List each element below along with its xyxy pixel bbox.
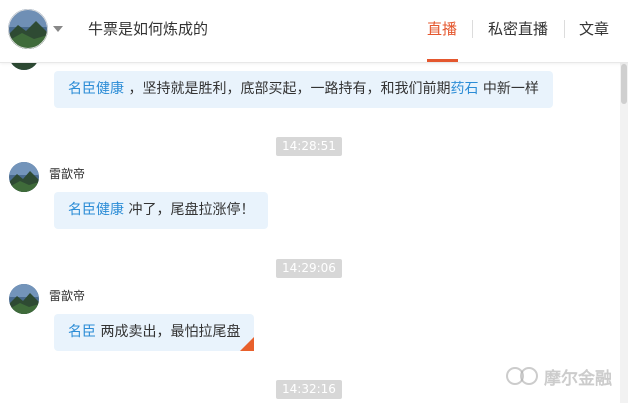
live-chat-feed[interactable]: 名臣健康 ，坚持就是胜利，底部买起，一路持有，和我们前期药石 中新一样 14:2…	[0, 62, 620, 403]
username: 雷歆帝	[49, 289, 86, 303]
page-title: 牛票是如何炼成的	[88, 20, 209, 38]
timestamp-badge: 14:32:16	[276, 380, 342, 399]
message-text: 中新一样	[482, 81, 539, 97]
tab-private-live[interactable]: 私密直播	[488, 18, 548, 39]
timestamp-badge: 14:29:06	[276, 259, 342, 278]
tab-divider	[472, 20, 473, 38]
timestamp-badge: 14:28:51	[276, 137, 342, 156]
message-bubble: 名臣健康 冲了，尾盘拉涨停！	[54, 192, 269, 229]
top-header: 牛票是如何炼成的 直播 私密直播 文章	[0, 0, 628, 63]
scrollbar-thumb[interactable]	[621, 64, 627, 104]
chevron-down-icon[interactable]	[53, 26, 63, 32]
message-text: ，坚持就是胜利，底部买起，一路持有，和我们前期	[128, 81, 451, 97]
stock-link[interactable]: 名臣健康	[68, 202, 124, 218]
author-avatar[interactable]	[8, 9, 48, 49]
username: 雷歆帝	[49, 167, 86, 181]
corner-tag-icon	[240, 337, 255, 351]
message-text: 两成卖出，最怕拉尾盘	[100, 324, 241, 340]
tab-live[interactable]: 直播	[427, 18, 457, 39]
watermark-logo-icon	[506, 367, 538, 385]
user-avatar[interactable]	[9, 284, 39, 314]
stock-link[interactable]: 药石	[450, 81, 478, 97]
stock-link[interactable]: 名臣	[68, 324, 96, 340]
vertical-scrollbar[interactable]	[620, 62, 628, 403]
message-bubble: 名臣健康 ，坚持就是胜利，底部买起，一路持有，和我们前期药石 中新一样	[54, 71, 553, 108]
user-avatar[interactable]	[9, 62, 39, 70]
watermark: 摩尔金融	[544, 369, 612, 389]
message-text: 冲了，尾盘拉涨停！	[128, 202, 255, 218]
message-bubble: 名臣 两成卖出，最怕拉尾盘	[54, 314, 255, 351]
active-tab-indicator	[427, 59, 458, 62]
stock-link[interactable]: 名臣健康	[68, 81, 124, 97]
tab-divider	[564, 20, 565, 38]
user-avatar[interactable]	[9, 162, 39, 192]
tab-articles[interactable]: 文章	[579, 18, 609, 39]
